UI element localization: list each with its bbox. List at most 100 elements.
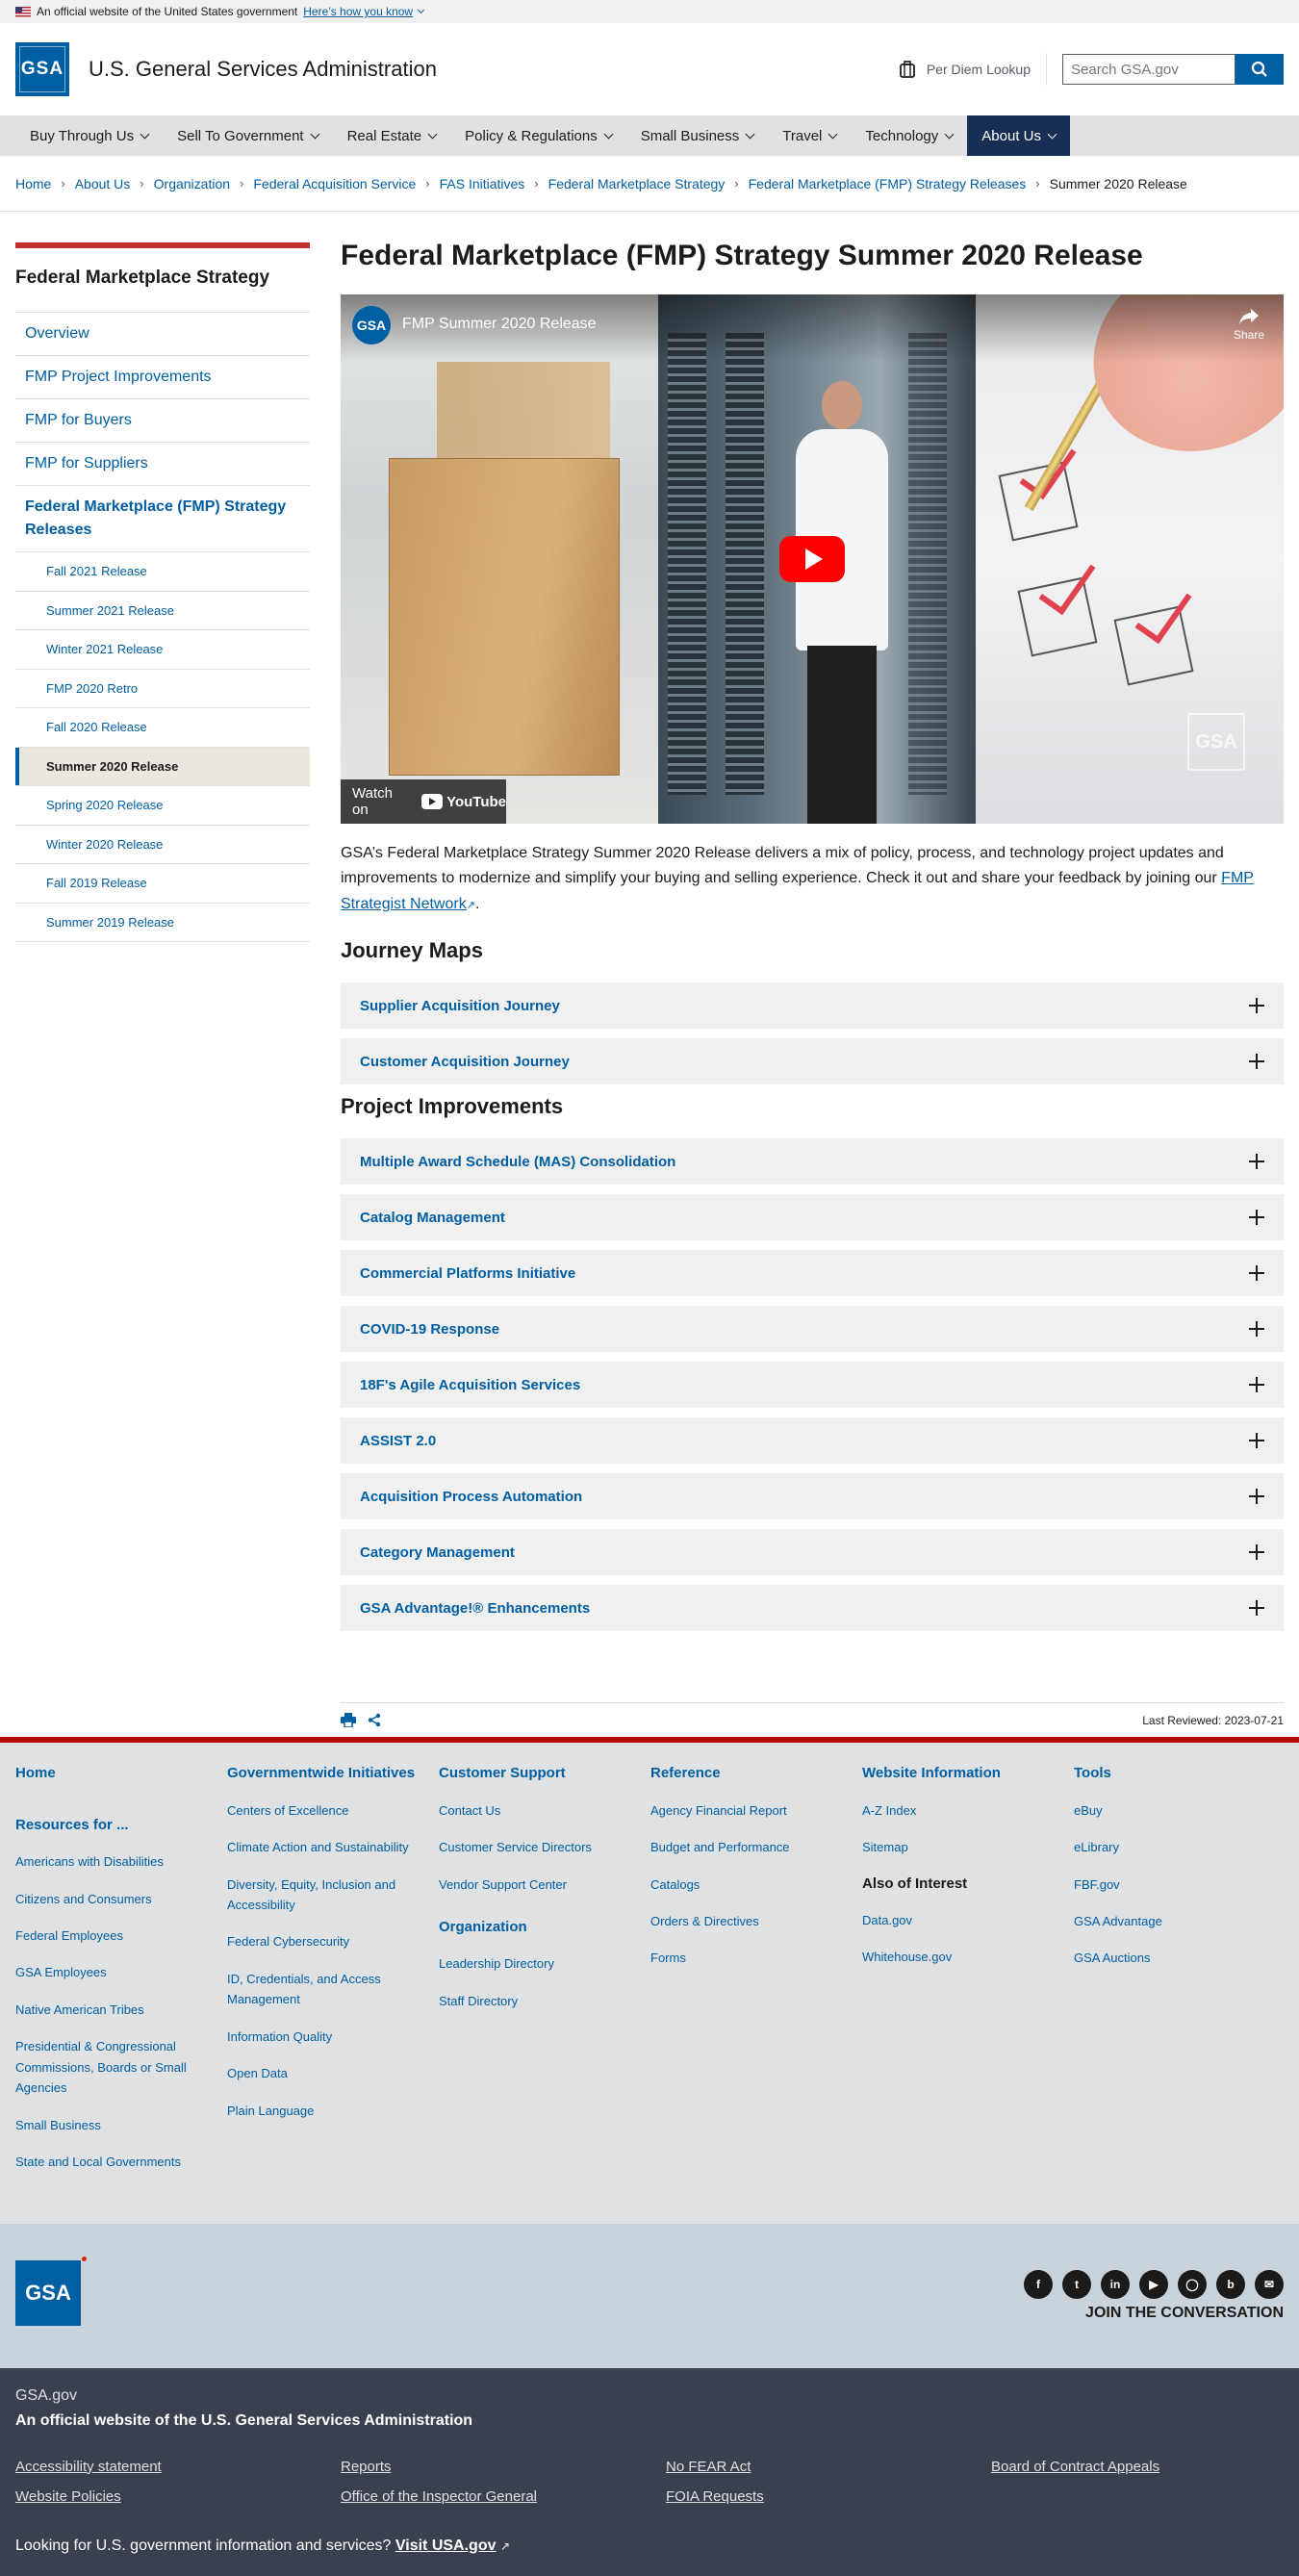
- footer-link[interactable]: Customer Service Directors: [439, 1837, 650, 1857]
- footer-reference-heading[interactable]: Reference: [650, 1764, 862, 1783]
- accordion-acquisition-automation[interactable]: Acquisition Process Automation: [341, 1473, 1284, 1520]
- nav-travel[interactable]: Travel: [768, 115, 851, 156]
- nav-real-estate[interactable]: Real Estate: [333, 115, 451, 156]
- footer-home-link[interactable]: Home: [15, 1764, 227, 1783]
- footer-link[interactable]: Presidential & Congressional Commissions…: [15, 2036, 227, 2098]
- video-channel-logo[interactable]: GSA: [352, 306, 391, 344]
- footer-link[interactable]: Data.gov: [862, 1910, 1074, 1930]
- identifier-link[interactable]: Office of the Inspector General: [341, 2488, 666, 2505]
- footer-link[interactable]: Contact Us: [439, 1800, 650, 1821]
- sidenav-sub-fall-2020[interactable]: Fall 2020 Release: [15, 708, 310, 747]
- youtube-icon[interactable]: ▶: [1139, 2269, 1168, 2299]
- identifier-link[interactable]: Board of Contract Appeals: [991, 2459, 1299, 2475]
- search-input[interactable]: [1062, 54, 1235, 85]
- per-diem-link[interactable]: Per Diem Lookup: [898, 53, 1047, 86]
- breadcrumb-fms[interactable]: Federal Marketplace Strategy: [548, 176, 726, 191]
- sidenav-sub-fall-2021[interactable]: Fall 2021 Release: [15, 552, 310, 591]
- breadcrumb-home[interactable]: Home: [15, 176, 51, 191]
- gsa-logo[interactable]: GSA: [15, 42, 69, 96]
- footer-website-info-heading[interactable]: Website Information: [862, 1764, 1074, 1783]
- footer-link[interactable]: GSA Employees: [15, 1962, 227, 1982]
- instagram-icon[interactable]: ◯: [1178, 2269, 1207, 2299]
- footer-link[interactable]: Whitehouse.gov: [862, 1947, 1074, 1967]
- footer-link[interactable]: GSA Advantage: [1074, 1911, 1266, 1931]
- video-share-button[interactable]: Share: [1234, 308, 1264, 342]
- accordion-assist[interactable]: ASSIST 2.0: [341, 1417, 1284, 1465]
- video-title[interactable]: FMP Summer 2020 Release: [402, 316, 597, 333]
- footer-link[interactable]: State and Local Governments: [15, 2152, 227, 2172]
- accordion-supplier-journey[interactable]: Supplier Acquisition Journey: [341, 982, 1284, 1030]
- footer-link[interactable]: eBuy: [1074, 1800, 1266, 1821]
- footer-link[interactable]: Vendor Support Center: [439, 1875, 650, 1895]
- sidenav-sub-spring-2020[interactable]: Spring 2020 Release: [15, 786, 310, 825]
- nav-buy-through-us[interactable]: Buy Through Us: [15, 115, 163, 156]
- footer-initiatives-heading[interactable]: Governmentwide Initiatives: [227, 1764, 439, 1783]
- breadcrumb-fas-initiatives[interactable]: FAS Initiatives: [440, 176, 525, 191]
- identifier-link[interactable]: Website Policies: [15, 2488, 341, 2505]
- footer-link[interactable]: Forms: [650, 1948, 862, 1968]
- footer-link[interactable]: Centers of Excellence: [227, 1800, 439, 1821]
- linkedin-icon[interactable]: in: [1101, 2269, 1130, 2299]
- footer-link[interactable]: Leadership Directory: [439, 1953, 650, 1974]
- footer-link[interactable]: FBF.gov: [1074, 1875, 1266, 1895]
- footer-organization-heading[interactable]: Organization: [439, 1918, 650, 1937]
- accordion-gsa-advantage[interactable]: GSA Advantage!® Enhancements: [341, 1585, 1284, 1632]
- sidenav-sub-fall-2019[interactable]: Fall 2019 Release: [15, 864, 310, 903]
- footer-link[interactable]: Federal Employees: [15, 1926, 227, 1946]
- footer-link[interactable]: Sitemap: [862, 1837, 1074, 1857]
- accordion-mas-consolidation[interactable]: Multiple Award Schedule (MAS) Consolidat…: [341, 1138, 1284, 1186]
- footer-gsa-logo[interactable]: GSA: [15, 2256, 87, 2326]
- footer-tools-heading[interactable]: Tools: [1074, 1764, 1266, 1783]
- footer-link[interactable]: Staff Directory: [439, 1991, 650, 2011]
- twitter-icon[interactable]: t: [1062, 2269, 1091, 2299]
- nav-small-business[interactable]: Small Business: [626, 115, 769, 156]
- footer-link[interactable]: Budget and Performance: [650, 1837, 862, 1857]
- sidenav-sub-summer-2021[interactable]: Summer 2021 Release: [15, 592, 310, 630]
- site-name[interactable]: U.S. General Services Administration: [89, 57, 437, 82]
- sidenav-sub-winter-2020[interactable]: Winter 2020 Release: [15, 826, 310, 864]
- identifier-link[interactable]: Accessibility statement: [15, 2459, 341, 2475]
- sidenav-item-project-improvements[interactable]: FMP Project Improvements: [15, 356, 310, 398]
- footer-link[interactable]: Information Quality: [227, 2027, 439, 2047]
- how-you-know-link[interactable]: Here’s how you know: [303, 5, 413, 18]
- usagov-link[interactable]: Visit USA.gov: [395, 2538, 497, 2554]
- footer-link[interactable]: Federal Cybersecurity: [227, 1931, 439, 1951]
- footer-link[interactable]: Diversity, Equity, Inclusion and Accessi…: [227, 1875, 439, 1916]
- footer-link[interactable]: Climate Action and Sustainability: [227, 1837, 439, 1857]
- footer-link[interactable]: GSA Auctions: [1074, 1948, 1266, 1968]
- sidenav-sub-fmp-2020-retro[interactable]: FMP 2020 Retro: [15, 670, 310, 708]
- identifier-link[interactable]: FOIA Requests: [666, 2488, 991, 2505]
- sidenav-sub-summer-2020[interactable]: Summer 2020 Release: [15, 747, 310, 785]
- video-player[interactable]: GSA FMP Summer 2020 Release Share GSA Wa…: [341, 294, 1284, 824]
- sidenav-sub-winter-2021[interactable]: Winter 2021 Release: [15, 630, 310, 669]
- footer-link[interactable]: A-Z Index: [862, 1800, 1074, 1821]
- sidenav-sub-summer-2019[interactable]: Summer 2019 Release: [15, 904, 310, 942]
- sidenav-item-for-buyers[interactable]: FMP for Buyers: [15, 399, 310, 442]
- footer-link[interactable]: Small Business: [15, 2115, 227, 2135]
- footer-link[interactable]: Open Data: [227, 2063, 439, 2083]
- accordion-18f-agile[interactable]: 18F's Agile Acquisition Services: [341, 1362, 1284, 1409]
- breadcrumb-fas[interactable]: Federal Acquisition Service: [253, 176, 416, 191]
- blog-icon[interactable]: b: [1216, 2269, 1245, 2299]
- breadcrumb-about-us[interactable]: About Us: [75, 176, 131, 191]
- accordion-customer-journey[interactable]: Customer Acquisition Journey: [341, 1038, 1284, 1085]
- footer-link[interactable]: Agency Financial Report: [650, 1800, 862, 1821]
- footer-link[interactable]: eLibrary: [1074, 1837, 1266, 1857]
- footer-link[interactable]: Orders & Directives: [650, 1911, 862, 1931]
- footer-link[interactable]: Catalogs: [650, 1875, 862, 1895]
- watch-on-youtube-button[interactable]: Watch on YouTube: [341, 779, 506, 824]
- breadcrumb-organization[interactable]: Organization: [154, 176, 230, 191]
- accordion-catalog-management[interactable]: Catalog Management: [341, 1194, 1284, 1241]
- nav-about-us[interactable]: About Us: [967, 115, 1070, 156]
- footer-link[interactable]: Plain Language: [227, 2101, 439, 2121]
- search-button[interactable]: [1235, 54, 1284, 85]
- footer-link[interactable]: Native American Tribes: [15, 2000, 227, 2020]
- accordion-covid-response[interactable]: COVID-19 Response: [341, 1306, 1284, 1353]
- share-icon[interactable]: [368, 1713, 381, 1727]
- breadcrumb-fmp-releases[interactable]: Federal Marketplace (FMP) Strategy Relea…: [749, 176, 1027, 191]
- footer-link[interactable]: ID, Credentials, and Access Management: [227, 1969, 439, 2010]
- email-icon[interactable]: ✉: [1255, 2269, 1284, 2299]
- footer-link[interactable]: Americans with Disabilities: [15, 1851, 227, 1872]
- play-button[interactable]: [779, 536, 845, 582]
- accordion-category-management[interactable]: Category Management: [341, 1529, 1284, 1576]
